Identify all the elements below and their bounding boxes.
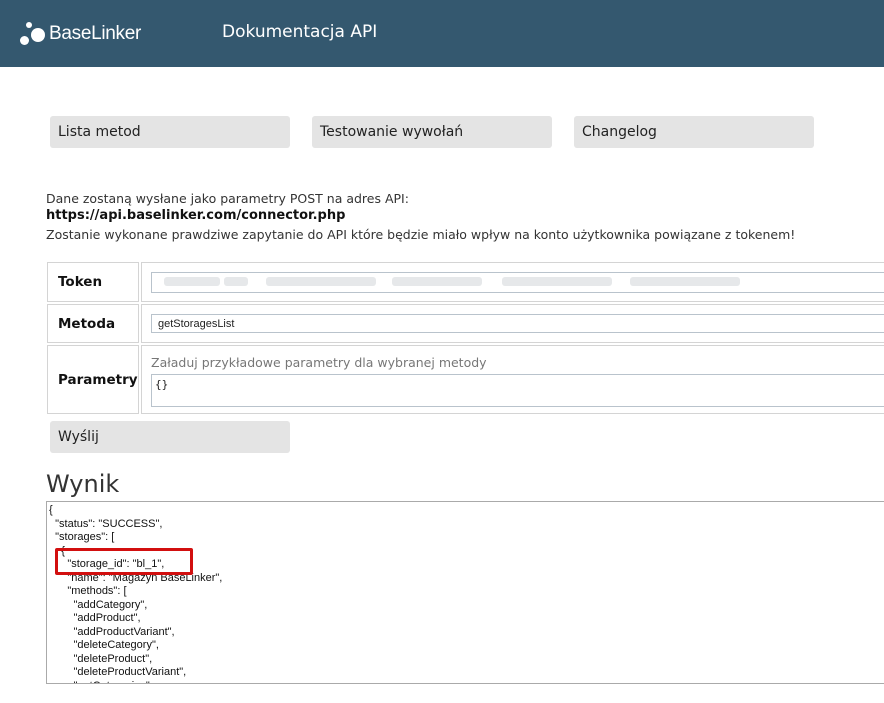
result-line: "name": "Magazyn BaseLinker", <box>49 571 223 584</box>
result-line: "deleteProduct", <box>49 652 153 665</box>
result-line: "status": "SUCCESS", <box>49 517 163 530</box>
params-textarea[interactable]: {} <box>151 374 884 407</box>
method-label: Metoda <box>47 304 139 343</box>
api-url: https://api.baselinker.com/connector.php <box>46 208 346 223</box>
baselinker-logo[interactable]: BaseLinker <box>20 22 141 46</box>
result-line: "addProduct", <box>49 612 141 624</box>
params-row: Parametry Załaduj przykładowe parametry … <box>47 345 884 414</box>
top-bar: BaseLinker Dokumentacja API <box>0 0 884 67</box>
result-line: "storages": [ <box>49 531 115 543</box>
warning-text: Zostanie wykonane prawdziwe zapytanie do… <box>46 227 796 242</box>
call-testing-button[interactable]: Testowanie wywołań <box>312 116 552 148</box>
method-row: Metoda getStoragesList <box>47 304 884 343</box>
post-info-text: Dane zostaną wysłane jako parametry POST… <box>46 191 409 206</box>
result-line: "addProductVariant", <box>49 625 175 638</box>
result-line: "storage_id": "bl_1", <box>49 558 165 570</box>
result-output[interactable]: { "status": "SUCCESS", "storages": [ { "… <box>46 501 884 684</box>
methods-list-button[interactable]: Lista metod <box>50 116 290 148</box>
token-row: Token <box>47 262 884 302</box>
result-line: "addCategory", <box>49 598 148 611</box>
result-line: { <box>49 544 65 557</box>
load-sample-params-link[interactable]: Załaduj przykładowe parametry dla wybran… <box>151 355 487 370</box>
page-title: Dokumentacja API <box>222 22 378 42</box>
result-line: "methods": [ <box>49 585 127 597</box>
result-heading: Wynik <box>46 470 120 498</box>
baselinker-logo-icon <box>20 22 46 46</box>
result-line: "getCategories", <box>49 680 884 684</box>
result-line: { <box>49 504 53 516</box>
params-label: Parametry <box>47 345 139 414</box>
result-line: "deleteCategory", <box>49 639 159 651</box>
changelog-button[interactable]: Changelog <box>574 116 814 148</box>
token-input[interactable] <box>151 272 884 293</box>
method-input[interactable]: getStoragesList <box>151 314 884 333</box>
token-label: Token <box>47 262 139 302</box>
brand-name: BaseLinker <box>49 23 142 44</box>
result-line: "deleteProductVariant", <box>49 666 187 678</box>
send-button[interactable]: Wyślij <box>50 421 290 453</box>
